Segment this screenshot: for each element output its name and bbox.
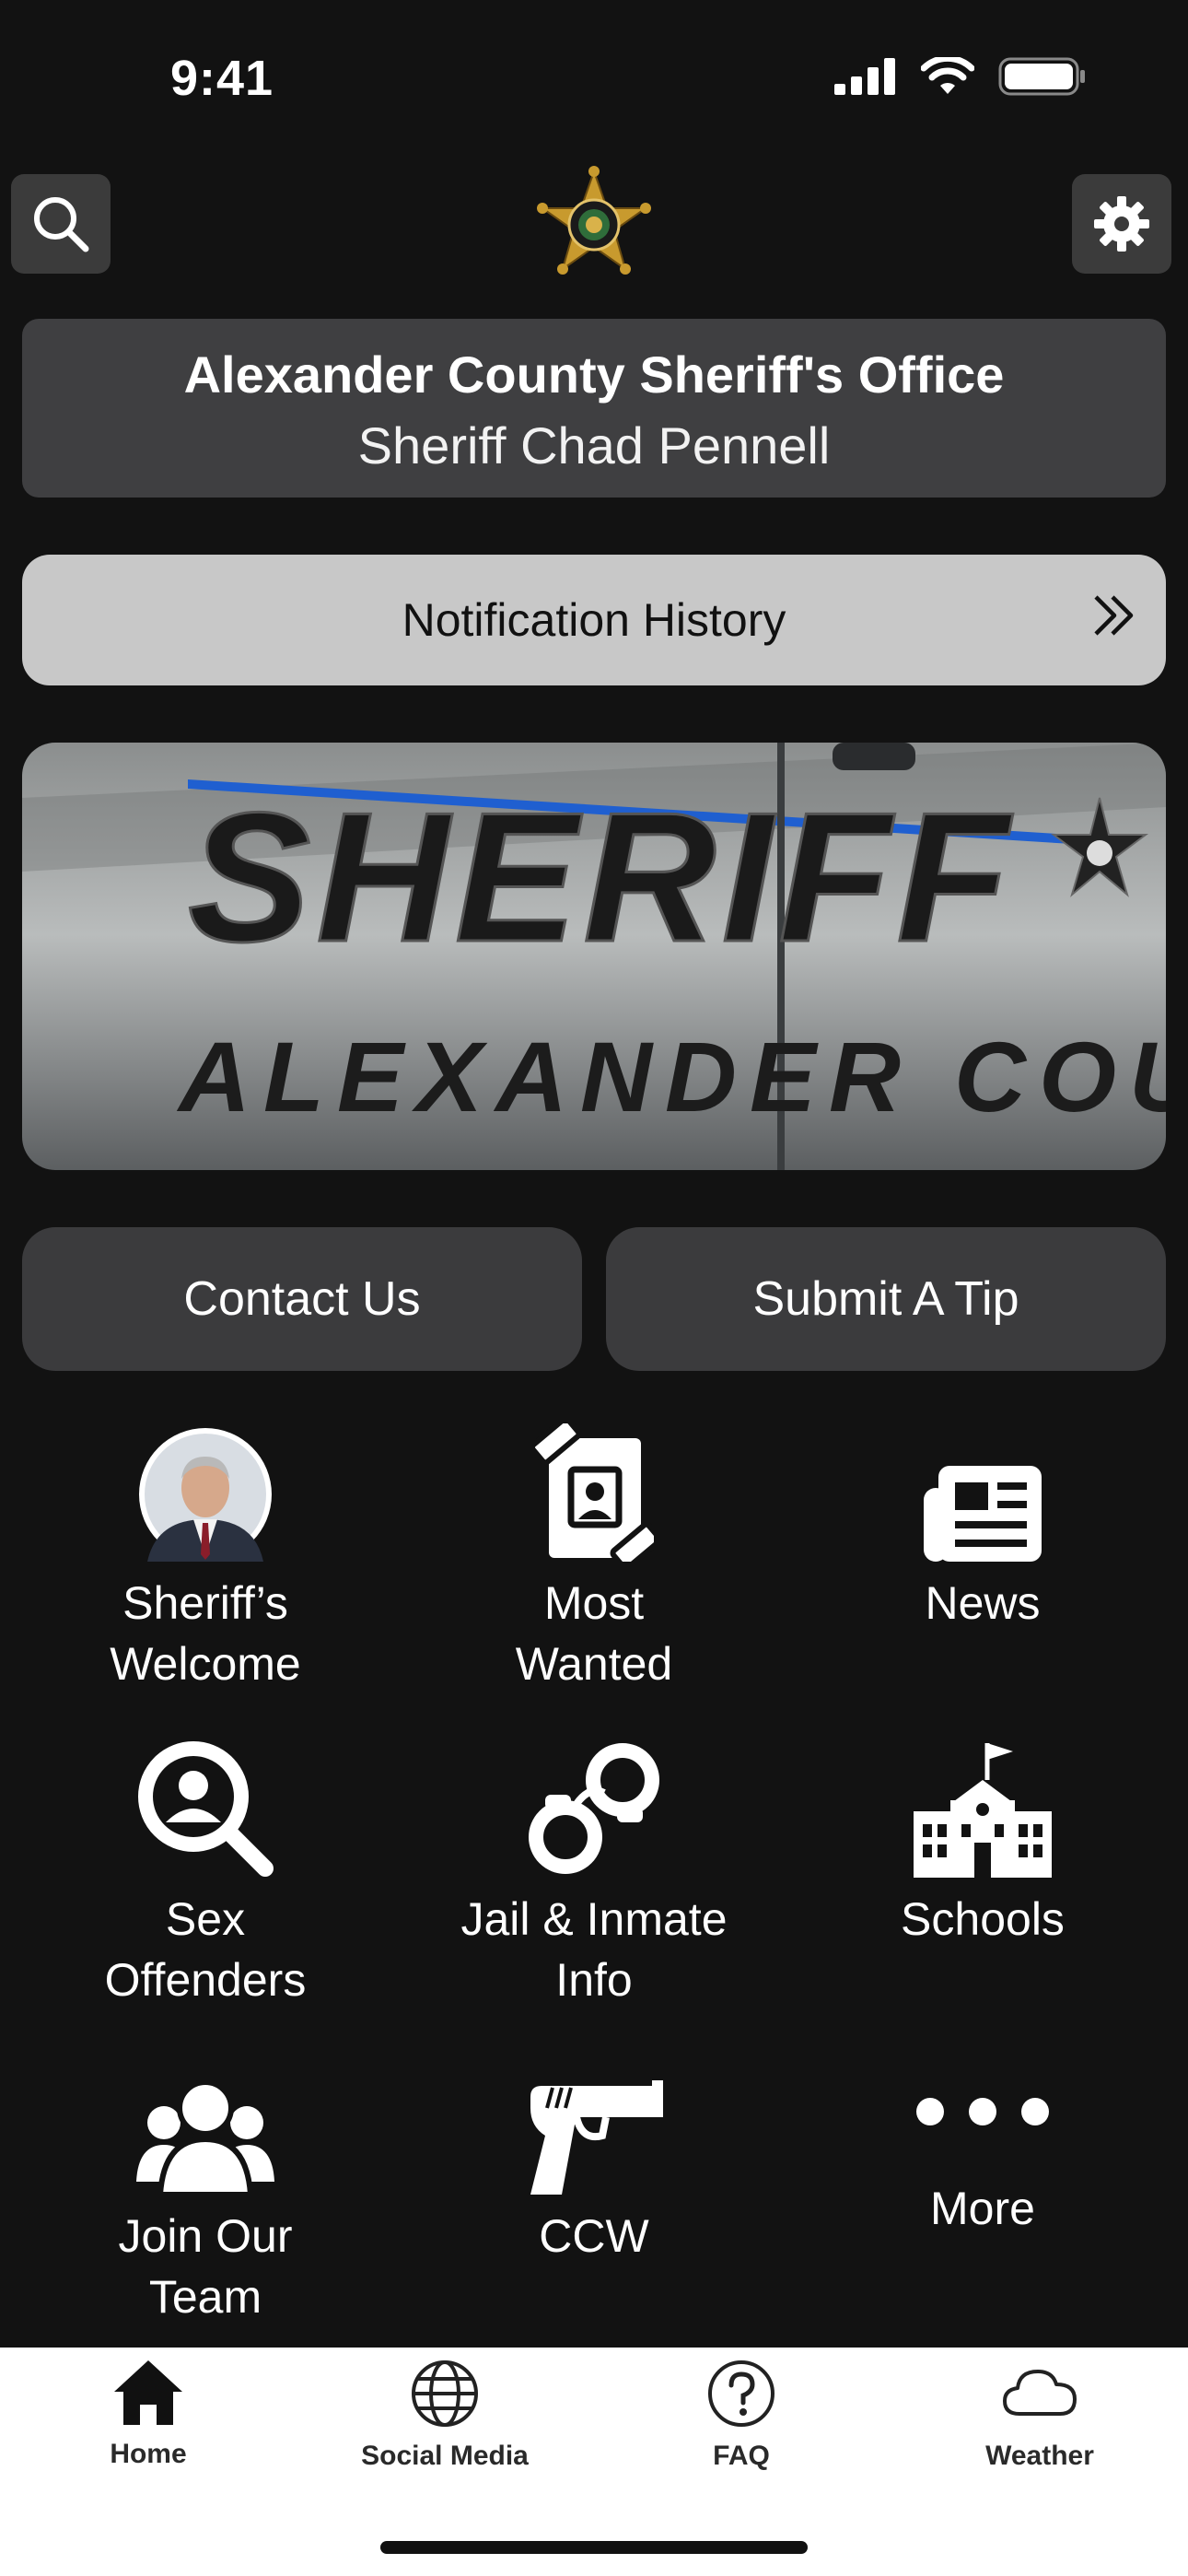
- agency-name: Alexander County Sheriff's Office: [183, 345, 1005, 404]
- school-icon: [914, 1743, 1052, 1878]
- tab-label: Home: [110, 2439, 187, 2469]
- tile-join-our-team[interactable]: Join Our Team: [12, 2056, 399, 2327]
- tab-label: Social Media: [361, 2441, 529, 2471]
- tile-more[interactable]: More: [789, 2056, 1176, 2239]
- cloud-icon: [1003, 2370, 1077, 2416]
- battery-icon: [998, 57, 1085, 96]
- tab-label: FAQ: [713, 2441, 770, 2471]
- newspaper-icon: [924, 1466, 1042, 1562]
- tile-label: Jail & Inmate Info: [460, 1893, 728, 2006]
- settings-button[interactable]: [1072, 174, 1171, 274]
- most-wanted-icon: [534, 1423, 654, 1562]
- tab-faq[interactable]: FAQ: [612, 2359, 870, 2472]
- search-person-icon: [138, 1741, 274, 1877]
- more-icon: [916, 2098, 1049, 2125]
- agency-title-card: Alexander County Sheriff's Office Sherif…: [22, 319, 1166, 498]
- hero-text-county: ALEXANDER COUNTY: [176, 1021, 1166, 1132]
- status-time: 9:41: [170, 51, 274, 106]
- double-chevron-right-icon: [1094, 595, 1134, 636]
- tab-home[interactable]: Home: [19, 2359, 277, 2470]
- sheriff-badge-logo: [537, 166, 651, 275]
- tab-social-media[interactable]: Social Media: [316, 2359, 574, 2472]
- tile-label: Sex Offenders: [104, 1893, 307, 2006]
- tile-ccw[interactable]: CCW: [401, 2056, 787, 2266]
- tile-label: News: [925, 1577, 1041, 1629]
- home-indicator[interactable]: [380, 2541, 808, 2554]
- notification-history-button[interactable]: Notification History: [22, 555, 1166, 685]
- submit-tip-button[interactable]: Submit A Tip: [606, 1227, 1166, 1371]
- tile-label: CCW: [539, 2210, 649, 2262]
- tile-jail-inmate-info[interactable]: Jail & Inmate Info: [401, 1739, 787, 2010]
- search-button[interactable]: [11, 174, 111, 274]
- sheriff-portrait-icon: [139, 1428, 272, 1562]
- search-icon: [34, 197, 89, 252]
- tile-sex-offenders[interactable]: Sex Offenders: [12, 1739, 399, 2010]
- hero-banner: SHERIFF ALEXANDER COUNTY: [22, 743, 1166, 1170]
- tile-sheriffs-welcome[interactable]: Sheriff’s Welcome: [12, 1423, 399, 1694]
- gear-icon: [1094, 196, 1149, 252]
- tab-label: Weather: [985, 2441, 1094, 2471]
- tile-label: Sheriff’s Welcome: [110, 1577, 301, 1690]
- status-icons: [834, 57, 1087, 96]
- handcuffs-icon: [529, 1743, 659, 1874]
- tile-label: Join Our Team: [118, 2210, 293, 2323]
- tile-label: Most Wanted: [515, 1577, 673, 1690]
- wifi-icon: [921, 57, 974, 94]
- pistol-icon: [530, 2080, 663, 2195]
- hero-text-sheriff: SHERIFF: [188, 775, 1015, 980]
- question-icon: [708, 2360, 775, 2427]
- tile-schools[interactable]: Schools: [789, 1739, 1176, 1950]
- cellular-signal-icon: [834, 58, 895, 95]
- notification-history-label: Notification History: [402, 594, 786, 646]
- sheriff-name: Sheriff Chad Pennell: [357, 416, 831, 474]
- contact-us-button[interactable]: Contact Us: [22, 1227, 582, 1371]
- group-icon: [136, 2080, 274, 2195]
- globe-icon: [412, 2360, 478, 2427]
- tile-label: Schools: [901, 1893, 1065, 1945]
- tile-most-wanted[interactable]: Most Wanted: [401, 1423, 787, 1694]
- tile-news[interactable]: News: [789, 1423, 1176, 1633]
- home-icon: [114, 2360, 182, 2425]
- tile-label: More: [930, 2183, 1035, 2234]
- tab-weather[interactable]: Weather: [911, 2359, 1169, 2472]
